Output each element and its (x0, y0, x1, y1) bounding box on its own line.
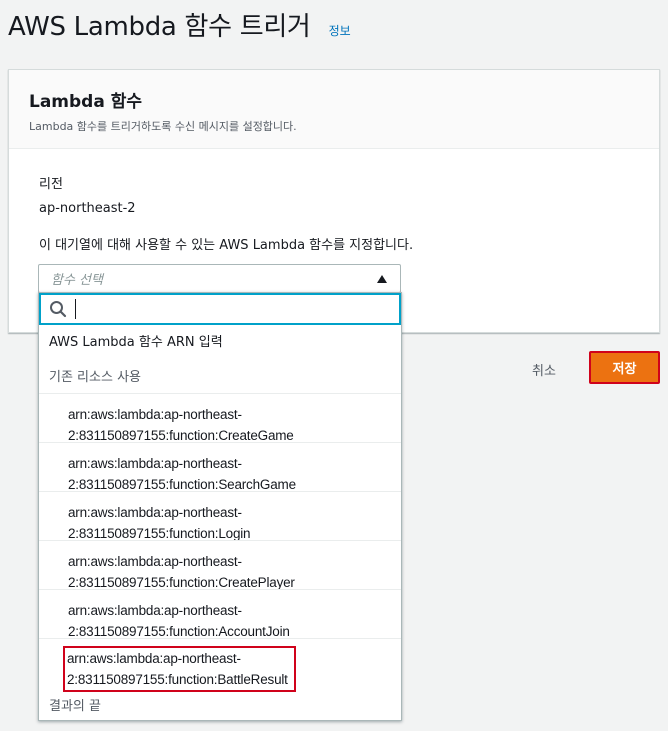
info-link[interactable]: 정보 (329, 22, 351, 39)
function-option[interactable]: arn:aws:lambda:ap-northeast- 2:8311508971… (39, 491, 401, 541)
page-title: AWS Lambda 함수 트리거 (8, 12, 311, 42)
container-header: Lambda 함수 Lambda 함수를 트리거하도록 수신 메시지를 설정합니… (9, 70, 659, 149)
function-option[interactable]: arn:aws:lambda:ap-northeast- 2:8311508971… (39, 638, 401, 692)
function-select[interactable]: 함수 선택 (38, 264, 401, 293)
region-label: 리전 (39, 177, 63, 192)
caret-up-icon (377, 275, 387, 283)
function-arn-text: arn:aws:lambda:ap-northeast- 2:8311508971… (68, 551, 401, 593)
function-option[interactable]: arn:aws:lambda:ap-northeast- 2:8311508971… (39, 442, 401, 492)
function-label: 이 대기열에 대해 사용할 수 있는 AWS Lambda 함수를 지정합니다. (39, 238, 414, 253)
arn-line-1: arn:aws:lambda:ap-northeast- (68, 505, 242, 520)
arn-input-option[interactable]: AWS Lambda 함수 ARN 입력 (49, 331, 223, 350)
function-arn-text: arn:aws:lambda:ap-northeast- 2:8311508971… (63, 646, 296, 692)
function-arn-text: arn:aws:lambda:ap-northeast- 2:8311508971… (68, 453, 401, 495)
search-box[interactable] (39, 293, 401, 325)
function-dropdown: AWS Lambda 함수 ARN 입력 기존 리소스 사용 arn:aws:l… (38, 292, 402, 721)
save-button[interactable]: 저장 (589, 351, 660, 384)
search-input[interactable] (75, 299, 315, 319)
arn-line-2: 2:831150897155:function:BattleResult (67, 672, 288, 687)
function-option[interactable]: arn:aws:lambda:ap-northeast- 2:8311508971… (39, 589, 401, 639)
function-option[interactable]: arn:aws:lambda:ap-northeast- 2:8311508971… (39, 540, 401, 590)
existing-resource-group-label: 기존 리소스 사용 (49, 370, 141, 385)
container-description: Lambda 함수를 트리거하도록 수신 메시지를 설정합니다. (29, 120, 297, 133)
function-arn-text: arn:aws:lambda:ap-northeast- 2:8311508971… (68, 600, 401, 642)
select-placeholder: 함수 선택 (51, 273, 103, 288)
function-arn-text: arn:aws:lambda:ap-northeast- 2:8311508971… (68, 502, 401, 544)
function-arn-text: arn:aws:lambda:ap-northeast- 2:8311508971… (68, 404, 401, 446)
arn-line-1: arn:aws:lambda:ap-northeast- (68, 603, 242, 618)
arn-line-1: arn:aws:lambda:ap-northeast- (68, 554, 242, 569)
arn-line-1: arn:aws:lambda:ap-northeast- (68, 456, 242, 471)
search-icon (50, 301, 67, 318)
arn-line-1: arn:aws:lambda:ap-northeast- (68, 407, 242, 422)
arn-line-1: arn:aws:lambda:ap-northeast- (67, 651, 241, 666)
container-title: Lambda 함수 (29, 92, 143, 112)
cancel-button[interactable]: 취소 (514, 354, 574, 384)
region-value: ap-northeast-2 (39, 201, 136, 216)
page-header: AWS Lambda 함수 트리거 정보 (8, 6, 351, 43)
end-of-results: 결과의 끝 (49, 699, 101, 714)
container-body: 리전 ap-northeast-2 이 대기열에 대해 사용할 수 있는 AWS… (9, 149, 659, 253)
function-option[interactable]: arn:aws:lambda:ap-northeast- 2:8311508971… (39, 393, 401, 443)
